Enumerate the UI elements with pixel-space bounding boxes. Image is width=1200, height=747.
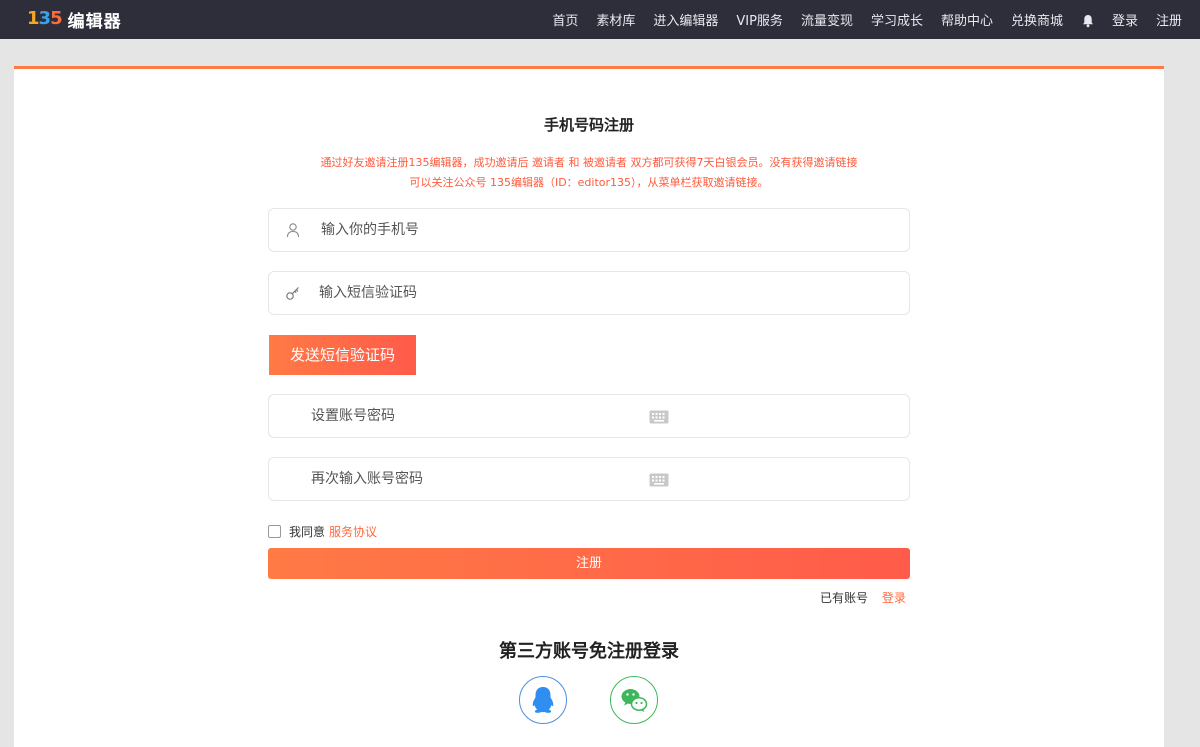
logo-mark: 135 [27, 8, 63, 29]
nav-learning[interactable]: 学习成长 [871, 10, 923, 29]
nav-home[interactable]: 首页 [552, 10, 578, 29]
page-title: 手机号码注册 [543, 116, 634, 134]
nav-vip[interactable]: VIP服务 [736, 10, 783, 29]
password-field [268, 394, 910, 438]
agree-label: 我同意 [289, 524, 326, 539]
keyboard-icon[interactable] [649, 409, 669, 424]
invite-notice: 通过好友邀请注册135编辑器，成功邀请后 邀请者 和 被邀请者 双方都可获得7天… [14, 153, 1164, 193]
auth-links: 登录 注册 [1094, 0, 1182, 39]
main-nav: 首页 素材库 进入编辑器 VIP服务 流量变现 学习成长 帮助中心 兑换商城 [534, 0, 1095, 39]
have-account-text: 已有账号 [820, 591, 869, 605]
password-confirm-input[interactable] [311, 458, 641, 500]
invite-notice-line: 通过好友邀请注册135编辑器，成功邀请后 邀请者 和 被邀请者 双方都可获得7天… [320, 156, 858, 169]
service-agreement-link[interactable]: 服务协议 [329, 523, 377, 540]
register-card: 手机号码注册 通过好友邀请注册135编辑器，成功邀请后 邀请者 和 被邀请者 双… [14, 66, 1164, 747]
register-button[interactable]: 注册 [268, 548, 910, 579]
agreement-row: 我同意 服务协议 [268, 521, 377, 541]
third-party-title: 第三方账号免注册登录 [499, 641, 679, 662]
nav-materials[interactable]: 素材库 [596, 10, 635, 29]
login-link[interactable]: 登录 [882, 591, 906, 605]
logo-digit: 5 [50, 8, 62, 29]
have-account-row: 已有账号 登录 [820, 589, 906, 606]
nav-store[interactable]: 兑换商城 [1011, 10, 1063, 29]
logo-digit: 3 [38, 8, 51, 29]
sms-field [268, 271, 910, 315]
phone-input[interactable] [321, 209, 881, 251]
user-icon [285, 222, 301, 238]
nav-editor[interactable]: 进入编辑器 [653, 10, 718, 29]
phone-field [268, 208, 910, 252]
logo-text: 编辑器 [67, 11, 122, 32]
qq-login-button[interactable] [519, 676, 567, 724]
agree-checkbox[interactable] [268, 524, 281, 538]
nav-register[interactable]: 注册 [1156, 10, 1182, 29]
key-icon [285, 285, 301, 301]
invite-notice-line: 可以关注公众号 135编辑器（ID：editor135），从菜单栏获取邀请链接。 [409, 176, 769, 189]
top-navbar: 135 编辑器 首页 素材库 进入编辑器 VIP服务 流量变现 学习成长 帮助中… [0, 0, 1200, 39]
password-confirm-field [268, 457, 910, 501]
nav-monetize[interactable]: 流量变现 [801, 10, 853, 29]
qq-icon [532, 687, 554, 713]
logo-digit: 1 [27, 8, 39, 29]
nav-help[interactable]: 帮助中心 [941, 10, 993, 29]
keyboard-icon[interactable] [649, 472, 669, 487]
sms-code-input[interactable] [319, 272, 879, 314]
wechat-login-button[interactable] [610, 676, 658, 724]
send-sms-button[interactable]: 发送短信验证码 [269, 335, 416, 375]
bell-icon[interactable] [1081, 13, 1095, 27]
password-input[interactable] [311, 395, 641, 437]
nav-login[interactable]: 登录 [1112, 10, 1138, 29]
logo[interactable]: 135 编辑器 [27, 7, 122, 32]
wechat-icon [621, 689, 648, 712]
